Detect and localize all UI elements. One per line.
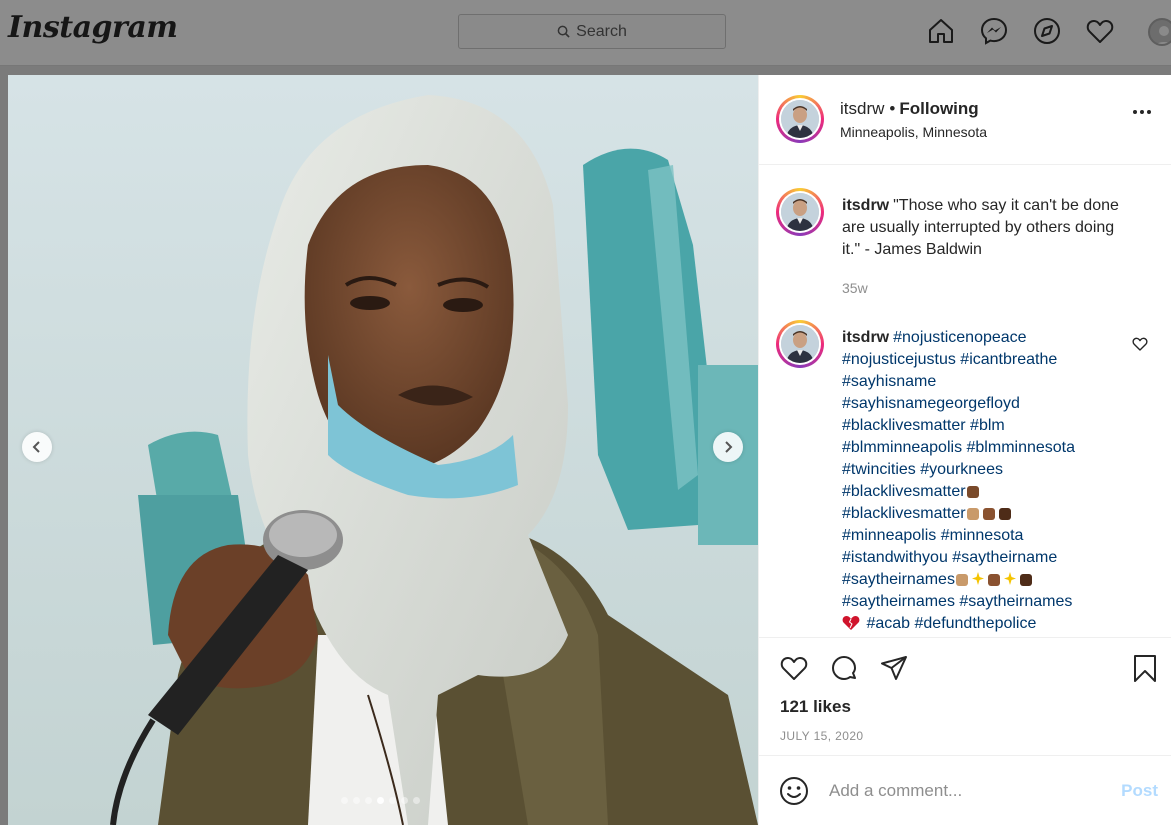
hashtag-line[interactable]: #twincities #yourknees <box>842 461 1003 478</box>
comment-avatar[interactable] <box>776 320 824 368</box>
search-icon <box>557 25 570 38</box>
carousel-prev-button[interactable] <box>22 432 52 462</box>
hashtag-line[interactable]: #blmminneapolis #blmminnesota <box>842 439 1075 456</box>
post-date[interactable]: JULY 15, 2020 <box>780 729 863 743</box>
add-comment-bar: Post <box>759 755 1171 825</box>
post-photo <box>8 75 758 825</box>
raised-fist-icon <box>966 486 979 498</box>
author-avatar[interactable] <box>776 95 824 143</box>
post-media[interactable] <box>8 75 758 825</box>
bookmark-icon <box>1134 655 1156 682</box>
carousel-dot <box>389 797 396 804</box>
caption-username[interactable]: itsdrw <box>842 197 889 214</box>
author-username[interactable]: itsdrw <box>840 99 884 118</box>
more-options-icon[interactable] <box>1133 110 1151 114</box>
raised-fist-icon <box>1019 574 1032 586</box>
home-icon[interactable] <box>926 16 956 46</box>
hashtag-line[interactable]: #minneapolis #minnesota <box>842 527 1023 544</box>
hashtag-line[interactable]: #saytheirnames #saytheirnames <box>842 593 1072 610</box>
instagram-logo[interactable]: Instagram <box>8 10 178 45</box>
post-comment-button[interactable]: Post <box>1121 781 1158 801</box>
save-button[interactable] <box>1130 653 1160 683</box>
heart-icon <box>780 656 808 680</box>
hashtag-line[interactable]: #acab #defundthepolice <box>866 615 1036 632</box>
caption-time[interactable]: 35w <box>842 280 868 296</box>
carousel-dot <box>365 797 372 804</box>
activity-heart-icon[interactable] <box>1085 16 1115 46</box>
raised-fist-icon <box>982 508 995 520</box>
hashtag-line[interactable]: #blacklivesmatter <box>842 483 966 500</box>
carousel-dot <box>401 797 408 804</box>
send-icon <box>881 656 907 680</box>
post-sidebar: itsdrw • Following Minneapolis, Minnesota … <box>758 75 1171 825</box>
comment-like-icon[interactable] <box>1132 336 1148 352</box>
post-actions: 121 likes JULY 15, 2020 <box>759 637 1171 755</box>
comments-list: itsdrw "Those who say it can't be done ar… <box>759 166 1171 637</box>
hashtag-line[interactable]: #blacklivesmatter #blm <box>842 417 1005 434</box>
hashtag-line[interactable]: #nojusticenopeace <box>893 329 1026 346</box>
separator-dot: • <box>889 99 896 118</box>
emoji-button[interactable] <box>779 776 809 806</box>
raised-fist-icon <box>998 508 1011 520</box>
following-button[interactable]: Following <box>899 99 978 118</box>
broken-heart-icon <box>842 616 860 630</box>
comment-input[interactable] <box>829 778 1109 804</box>
sparkles-icon <box>1003 572 1016 585</box>
raised-fist-icon <box>955 574 968 586</box>
profile-avatar[interactable] <box>1148 18 1171 46</box>
post-modal: itsdrw • Following Minneapolis, Minnesota … <box>8 75 1171 825</box>
raised-fist-icon <box>987 574 1000 586</box>
carousel-next-button[interactable] <box>713 432 743 462</box>
hashtag-line[interactable]: #saytheirnames <box>842 571 955 588</box>
comment-icon <box>832 656 856 680</box>
search-input[interactable]: Search <box>458 14 726 49</box>
likes-count[interactable]: 121 likes <box>780 697 851 717</box>
messenger-icon[interactable] <box>979 16 1009 46</box>
caption-text: itsdrw "Those who say it can't be done ar… <box>842 195 1132 261</box>
carousel-indicator <box>341 797 420 804</box>
smiley-icon <box>780 777 808 805</box>
comment-text: itsdrw #nojusticenopeace #nojusticejustus… <box>842 327 1132 635</box>
comment-button[interactable] <box>829 653 859 683</box>
comment-username[interactable]: itsdrw <box>842 329 889 346</box>
caption-avatar[interactable] <box>776 188 824 236</box>
hashtag-line[interactable]: #nojusticejustus #icantbreathe <box>842 351 1057 368</box>
carousel-dot <box>413 797 420 804</box>
carousel-dot <box>377 797 384 804</box>
hashtag-line[interactable]: #istandwithyou #saytheirname <box>842 549 1057 566</box>
chevron-right-icon <box>725 441 733 453</box>
raised-fist-icon <box>966 508 979 520</box>
hashtag-line[interactable]: #blacklivesmatter <box>842 505 966 522</box>
sparkles-icon <box>971 572 984 585</box>
hashtag-line[interactable]: #sayhisname <box>842 373 936 390</box>
search-placeholder: Search <box>576 22 627 40</box>
share-button[interactable] <box>879 653 909 683</box>
carousel-dot <box>353 797 360 804</box>
post-header: itsdrw • Following Minneapolis, Minnesota <box>759 75 1171 165</box>
chevron-left-icon <box>32 441 40 453</box>
post-location[interactable]: Minneapolis, Minnesota <box>840 124 987 140</box>
carousel-dot <box>341 797 348 804</box>
explore-icon[interactable] <box>1032 16 1062 46</box>
author-line: itsdrw • Following <box>840 99 979 119</box>
top-nav: Instagram Search <box>0 0 1171 66</box>
hashtag-line[interactable]: #sayhisnamegeorgefloyd <box>842 395 1020 412</box>
like-button[interactable] <box>779 653 809 683</box>
